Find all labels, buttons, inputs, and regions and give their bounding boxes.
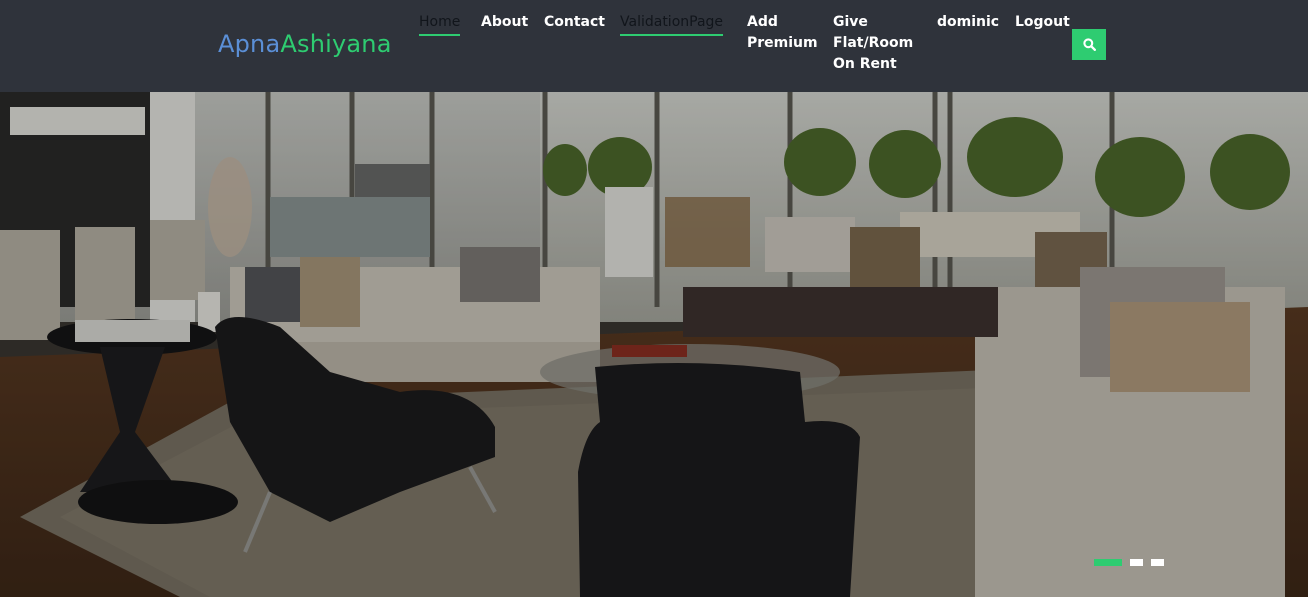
slide-indicator-1[interactable] xyxy=(1094,559,1122,566)
slide-indicator-2[interactable] xyxy=(1130,559,1143,566)
brand-part-ashiyana: Ashiyana xyxy=(280,30,392,58)
hero-slider xyxy=(0,92,1308,597)
nav-user-profile[interactable]: dominic xyxy=(937,12,999,33)
slider-indicators xyxy=(1094,559,1164,566)
slide-indicator-3[interactable] xyxy=(1151,559,1164,566)
search-icon xyxy=(1082,38,1096,51)
hero-living-room-image xyxy=(0,92,1308,597)
brand-logo[interactable]: ApnaAshiyana xyxy=(218,29,392,59)
nav-contact[interactable]: Contact xyxy=(544,12,605,33)
search-button[interactable] xyxy=(1072,29,1106,60)
nav-home[interactable]: Home xyxy=(419,12,461,36)
nav-add-premium[interactable]: Add Premium xyxy=(747,12,818,54)
nav-logout[interactable]: Logout xyxy=(1015,12,1070,33)
nav-about[interactable]: About xyxy=(481,12,528,33)
nav-give-flat-room[interactable]: Give Flat/Room On Rent xyxy=(833,12,913,75)
brand-part-apna: Apna xyxy=(218,30,281,58)
navbar: ApnaAshiyana Home About Contact Validati… xyxy=(0,0,1308,92)
nav-validation-page[interactable]: ValidationPage xyxy=(620,12,724,36)
